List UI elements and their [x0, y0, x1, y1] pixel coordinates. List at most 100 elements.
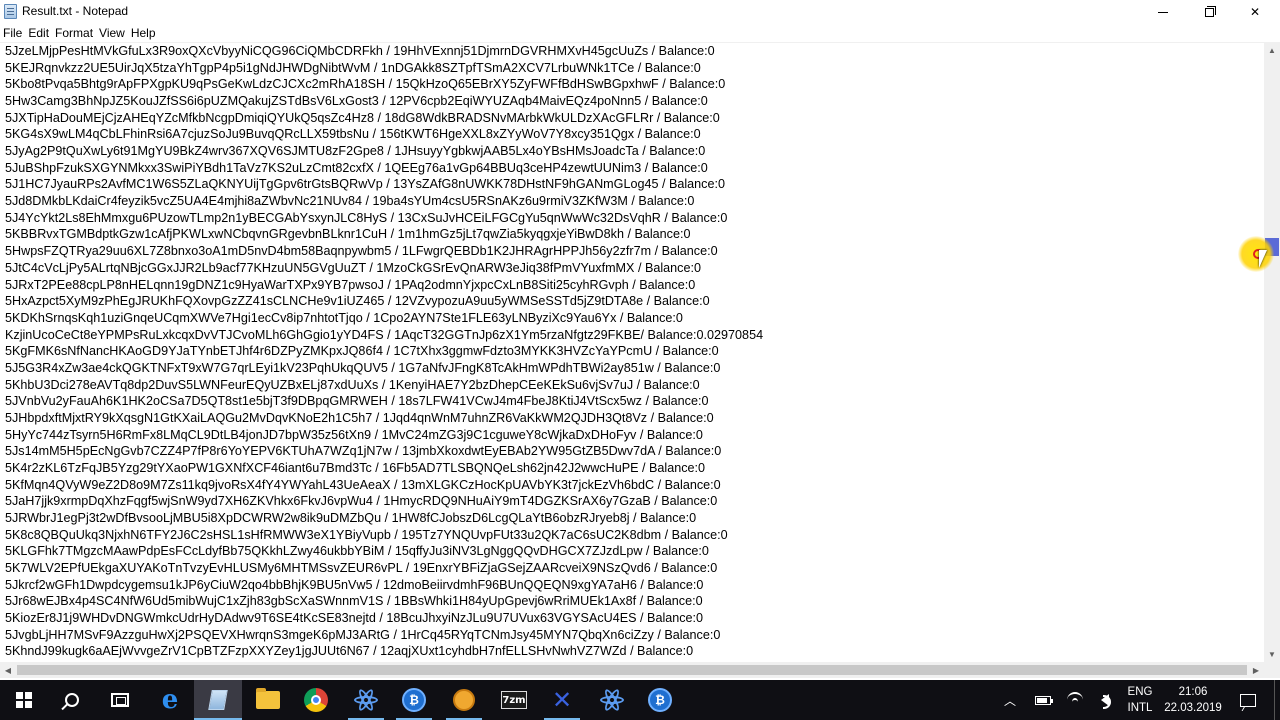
- chrome-icon: [304, 688, 328, 712]
- text-line: 5K7WLV2EPfUEkgaXUYAKoTnTvzyEvHLUSMy6MHTM…: [5, 561, 718, 576]
- show-desktop-button[interactable]: [1274, 680, 1280, 720]
- window-title: Result.txt - Notepad: [22, 4, 129, 18]
- taskbar-bitcoin-core[interactable]: ₿: [390, 680, 438, 720]
- restore-button[interactable]: [1186, 0, 1232, 24]
- text-line: 5HxAzpct5XyM9zPhEgJRUKhFQXovpGzZZ41sCLNC…: [5, 294, 710, 309]
- text-editor[interactable]: 5JzeLMjpPesHtMVkGfuLx3R9oxQXcVbyyNiCQG96…: [0, 42, 1264, 662]
- search-icon: [65, 693, 79, 707]
- menu-format[interactable]: Format: [52, 24, 96, 42]
- system-clock[interactable]: 21:06 22.03.2019: [1160, 684, 1226, 716]
- close-button[interactable]: ✕: [1232, 0, 1278, 24]
- text-line: 5KhbU3Dci278eAVTq8dp2DuvS5LWNFeurEQyUZBx…: [5, 377, 700, 392]
- menu-view[interactable]: View: [96, 24, 128, 42]
- text-line: 5KBBRvxTGMBdptkGzw1cAfjPKWLxwNCbqvnGRgev…: [5, 227, 691, 242]
- text-line: KzjinUcoCeCt8eYPMPsRuLxkcqxDvVTJCvoMLh6G…: [5, 327, 764, 342]
- cookie-app-icon: [453, 689, 475, 711]
- notification-icon: [1240, 693, 1256, 707]
- title-bar[interactable]: Result.txt - Notepad ✕: [0, 0, 1280, 24]
- taskbar-electrum[interactable]: [342, 680, 390, 720]
- text-line: 5Kbo8tPvqa5Bhtg9rApFPXgpKU9qPsGeKwLdzCJC…: [5, 77, 726, 92]
- menu-file[interactable]: File: [0, 24, 25, 42]
- text-line: 5K8c8QBQuUkq3NjxhN6TFY2J6C2sHSL1sHfRMWW3…: [5, 527, 728, 542]
- input-language[interactable]: ENG INTL: [1122, 684, 1158, 716]
- text-line: 5KLGFhk7TMgzcMAawPdpEsFCcLdyfBb75QKkhLZw…: [5, 544, 709, 559]
- windows-logo-icon: [16, 692, 32, 708]
- x-app-icon: ✕: [551, 686, 573, 714]
- taskbar-react-atom[interactable]: [588, 680, 636, 720]
- text-line: 5Jkrcf2wGFh1Dwpdcygemsu1kJP6yCiuW2qo4bbB…: [5, 577, 704, 592]
- text-line: 5HyYc744zTsyrn5H6RmFx8LMqCL9DtLB4jonJD7b…: [5, 427, 703, 442]
- vertical-scrollbar[interactable]: ▲ ▼: [1264, 42, 1280, 662]
- close-icon: ✕: [1249, 5, 1261, 19]
- text-line: 5KhndJ99kugk6aAEjWvvgeZrV1CpBTZFzpXXYZey…: [5, 644, 694, 659]
- text-line: 5Js14mM5H5pEcNgGvb7CZZ4P7fP8r6YoYEPV6KTU…: [5, 444, 722, 459]
- scroll-left-arrow-icon[interactable]: ◀: [0, 662, 16, 678]
- menu-help[interactable]: Help: [128, 24, 159, 42]
- taskbar-cookie-app[interactable]: [440, 680, 488, 720]
- keyboard-layout: INTL: [1127, 702, 1153, 714]
- text-line: 5Hw3Camg3BhNpJZ5KouJZfSS6i6pUZMQakujZSTd…: [5, 94, 708, 109]
- minimize-button[interactable]: [1140, 0, 1186, 24]
- taskbar-x-app[interactable]: ✕: [538, 680, 586, 720]
- text-line: 5JHbpdxftMjxtRY9kXqsgN1GtKXaiLAQGu2MvDqv…: [5, 410, 714, 425]
- text-line: 5JXTipHaDouMEjCjzAHEqYZcMfkbNcgpDmiqiQYU…: [5, 110, 720, 125]
- text-line: 5KG4sX9wLM4qCbLFhinRsi6A7cjuzSoJu9BuvqQR…: [5, 127, 701, 142]
- scroll-down-arrow-icon[interactable]: ▼: [1264, 646, 1280, 662]
- 7zip-icon: 7zm: [501, 691, 527, 709]
- taskbar-edge[interactable]: e: [146, 680, 194, 720]
- horizontal-scrollbar[interactable]: ◀ ▶: [0, 662, 1280, 678]
- text-line: 5JzeLMjpPesHtMVkGfuLx3R9oxQXcVbyyNiCQG96…: [5, 44, 715, 58]
- text-line: 5JVnbVu2yFauAh6K1HK2oCSa7D5QT8st1e5bjT3f…: [5, 394, 709, 409]
- restore-icon: [1204, 5, 1216, 17]
- start-button[interactable]: [0, 680, 48, 720]
- text-line: 5K4r2zKL6TzFqJB5Yzg29tYXaoPW1GXNfXCF46ia…: [5, 461, 706, 475]
- scroll-up-arrow-icon[interactable]: ▲: [1264, 42, 1280, 58]
- network-tray[interactable]: [1062, 680, 1088, 720]
- text-line: 5JtC4cVcLjPy5ALrtqNBjcGGxJJR2Lb9acf77KHz…: [5, 260, 701, 275]
- taskbar-chrome[interactable]: [292, 680, 340, 720]
- electrum-icon: [354, 687, 378, 713]
- taskbar-wallet[interactable]: ₿: [636, 680, 684, 720]
- taskbar-notepad[interactable]: [194, 680, 242, 720]
- menu-bar: File Edit Format View Help: [0, 24, 1280, 42]
- text-line: 5KgFMK6sNfNancHKAoGD9YJaTYnbETJhf4r6DZPy…: [5, 344, 719, 359]
- taskbar-file-explorer[interactable]: [244, 680, 292, 720]
- text-line: 5J4YcYkt2Ls8EhMmxgu6PUzowTLmp2n1yBECGAbY…: [5, 210, 728, 225]
- chevron-up-icon: ︿: [1003, 693, 1016, 708]
- minimize-icon: [1158, 11, 1168, 13]
- text-line: 5JRWbrJ1egPj3t2wDfBvsooLjMBU5i8XpDCWRW2w…: [5, 511, 697, 526]
- clock-time: 21:06: [1178, 686, 1208, 698]
- wifi-icon: [1067, 692, 1083, 708]
- text-line: 5JvgbLjHH7MSvF9AzzguHwXj2PSQEVXHwrqnS3mg…: [5, 627, 721, 642]
- menu-edit[interactable]: Edit: [25, 24, 52, 42]
- text-line: 5JRxT2PEe88cpLP8nHELqnn19gDNZ1c9HyaWarTX…: [5, 277, 696, 292]
- text-line: 5HwpsFZQTRya29uu6XL7Z8bnxo3oA1mD5nvD4bm5…: [5, 244, 718, 259]
- taskbar: e ₿ 7zm ✕ ₿ ︿ ENG INTL 21:06 22.03.2019: [0, 680, 1280, 720]
- text-line: 5KDKhSrnqsKqh1uziGnqeUCqmXWVe7Hgi1ecCv8i…: [5, 310, 683, 325]
- scroll-right-arrow-icon[interactable]: ▶: [1248, 662, 1264, 678]
- react-atom-icon: [600, 687, 624, 713]
- text-line: 5J1HC7JyauRPs2AvfMC1W6S5ZLaQKNYUijTgGpv6…: [5, 177, 725, 192]
- text-line: 5KiozEr8J1j9WHDvDNGWmkcUdrHyDAdwv9T6SE4t…: [5, 611, 704, 626]
- search-button[interactable]: [48, 680, 96, 720]
- text-line: 5J5G3R4xZw3ae4ckQGKTNFxT9xW7G7qrLEyi1kV2…: [5, 360, 721, 375]
- notepad-icon: [208, 690, 228, 710]
- battery-tray[interactable]: [1030, 680, 1056, 720]
- volume-icon: [1101, 694, 1111, 709]
- notepad-app-icon: [4, 4, 17, 19]
- volume-tray[interactable]: [1092, 680, 1118, 720]
- text-line: 5JuBShpFzukSXGYNMkxx3SwiPiYBdh1TaVz7KS2u…: [5, 160, 708, 175]
- wallet-icon: ₿: [648, 688, 672, 712]
- text-line: 5Jr68wEJBx4p4SC4NfW6Ud5mibWujC1xZjh83gbS…: [5, 594, 703, 609]
- battery-icon: [1035, 695, 1053, 705]
- horizontal-scroll-thumb[interactable]: [17, 665, 1247, 675]
- text-line: 5JyAg2P9tQuXwLy6t91MgYU9BkZ4wrv367XQV6SJ…: [5, 144, 706, 159]
- action-center-button[interactable]: [1228, 680, 1268, 720]
- show-hidden-icons-button[interactable]: ︿: [998, 680, 1022, 720]
- file-explorer-icon: [256, 688, 280, 709]
- language-code: ENG: [1127, 686, 1153, 698]
- task-view-button[interactable]: [96, 680, 144, 720]
- taskbar-7zip[interactable]: 7zm: [490, 680, 538, 720]
- task-view-icon: [111, 693, 129, 707]
- bitcoin-core-icon: ₿: [402, 688, 426, 712]
